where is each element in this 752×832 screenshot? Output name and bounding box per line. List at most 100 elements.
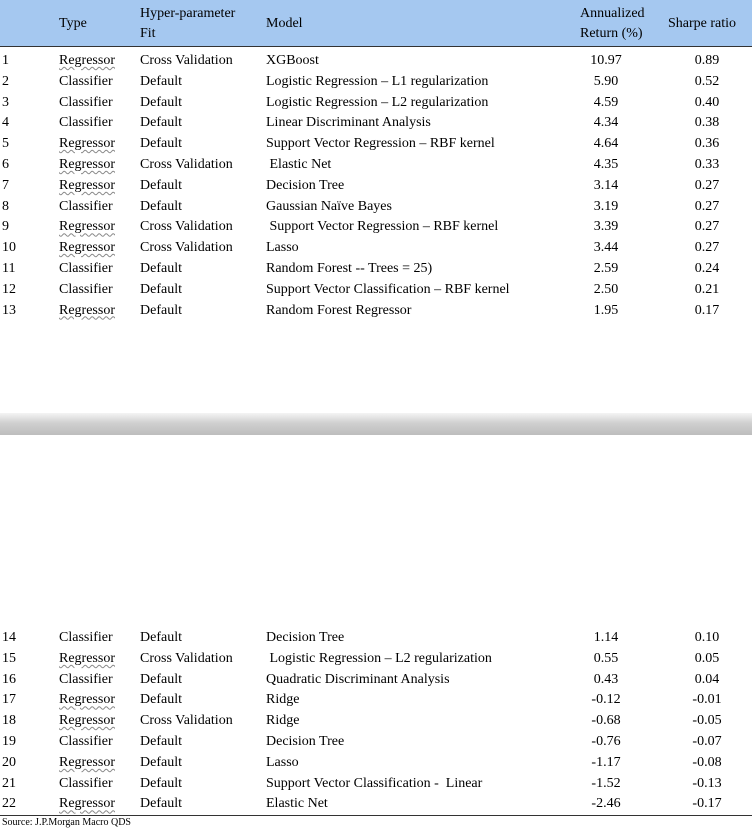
row-model: Elastic Net (266, 157, 332, 172)
row-type: Classifier (59, 630, 113, 645)
row-sharpe: 0.27 (694, 240, 720, 256)
table-row: 10 Regressor Cross Validation Lasso 3.44 0.27 (0, 237, 752, 258)
row-sharpe: 0.27 (694, 219, 720, 235)
row-number: 15 (2, 650, 16, 666)
table-row: 16 Classifier Default Quadratic Discriminan… (0, 669, 752, 690)
header-model: Model (266, 16, 303, 31)
row-sharpe: 0.24 (694, 261, 720, 276)
row-number: 12 (2, 281, 16, 297)
row-type: Regressor (59, 692, 115, 708)
row-type: Classifier (59, 734, 113, 749)
row-model: Gaussian Naïve Bayes (266, 198, 392, 214)
row-return: -0.12 (591, 692, 621, 708)
row-number: 4 (2, 115, 9, 131)
row-type: Classifier (59, 198, 113, 214)
row-fit: Cross Validation (140, 157, 233, 172)
row-sharpe: 0.05 (694, 650, 720, 666)
row-number: 7 (2, 177, 9, 193)
table-row: 12 Classifier Default Support Vector Classi… (0, 279, 752, 300)
row-fit: Cross Validation (140, 713, 233, 729)
row-model: Quadratic Discriminant Analysis (266, 671, 450, 687)
row-type: Classifier (59, 261, 113, 276)
row-return: 5.90 (593, 73, 619, 89)
row-fit: Default (140, 754, 182, 770)
row-sharpe: -0.17 (692, 796, 722, 812)
row-return: -2.46 (591, 796, 621, 812)
row-type: Regressor (59, 136, 115, 152)
page-break-divider (0, 413, 752, 435)
row-fit: Default (140, 136, 182, 152)
row-return: 0.55 (593, 650, 619, 666)
row-model: Elastic Net (266, 796, 328, 812)
table-header: Type Hyper-parameter Fit Model Annualize… (0, 0, 752, 47)
row-sharpe: 0.36 (694, 136, 720, 152)
table-row: 8 Classifier Default Gaussian Naïve Bayes 3.… (0, 196, 752, 217)
row-fit: Default (140, 261, 182, 276)
row-number: 19 (2, 734, 16, 749)
row-fit: Default (140, 671, 182, 687)
row-return: 2.59 (593, 261, 619, 276)
row-sharpe: 0.40 (694, 94, 720, 110)
row-model: Random Forest -- Trees = 25) (266, 261, 433, 276)
row-type: Regressor (59, 157, 115, 172)
row-sharpe: 0.38 (694, 115, 720, 131)
row-type: Classifier (59, 94, 113, 110)
table-row: 20 Regressor Default Lasso -1.17 -0.08 (0, 752, 752, 773)
row-model: Random Forest Regressor (266, 302, 412, 318)
table-row: 18 Regressor Cross Validation Ridge -0.68 -0.… (0, 710, 752, 731)
row-fit: Default (140, 115, 182, 131)
row-fit: Default (140, 177, 182, 193)
table-row: 7 Regressor Default Decision Tree 3.14 0.27 (0, 175, 752, 196)
row-model: Linear Discriminant Analysis (266, 115, 431, 131)
row-return: -1.17 (591, 754, 621, 770)
row-fit: Default (140, 775, 182, 791)
row-type: Regressor (59, 240, 115, 256)
table-row: 4 Classifier Default Linear Discriminant An… (0, 112, 752, 133)
row-sharpe: 0.33 (694, 157, 720, 172)
header-type: Type (59, 16, 87, 31)
row-number: 21 (2, 775, 16, 791)
table-row: 14 Classifier Default Decision Tree 1.14 0.10 (0, 627, 752, 648)
row-number: 16 (2, 671, 16, 687)
row-fit: Default (140, 281, 182, 297)
row-type: Classifier (59, 115, 113, 131)
row-type: Classifier (59, 775, 113, 791)
row-type: Regressor (59, 713, 115, 729)
row-number: 9 (2, 219, 9, 235)
row-fit: Cross Validation (140, 53, 233, 68)
row-number: 2 (2, 73, 9, 89)
row-return: -0.76 (591, 734, 621, 749)
row-model: Ridge (266, 692, 300, 708)
row-type: Regressor (59, 796, 115, 812)
table-row: 21 Classifier Default Support Vector Classi… (0, 773, 752, 794)
row-return: 4.64 (593, 136, 619, 152)
table-row: 19 Classifier Default Decision Tree -0.76 -0.… (0, 731, 752, 752)
row-model: Lasso (266, 754, 299, 770)
row-model: Support Vector Classification – RBF kern… (266, 281, 510, 297)
row-fit: Cross Validation (140, 219, 233, 235)
header-return-line2: Return (%) (580, 26, 643, 41)
row-return: 0.43 (593, 671, 619, 687)
row-fit: Cross Validation (140, 650, 233, 666)
row-model: Lasso (266, 240, 299, 256)
row-model: Support Vector Regression – RBF kernel (266, 136, 495, 152)
row-model: Decision Tree (266, 177, 345, 193)
row-sharpe: 0.27 (694, 177, 720, 193)
row-number: 3 (2, 94, 9, 110)
row-number: 20 (2, 754, 16, 770)
row-number: 1 (2, 53, 9, 68)
row-fit: Cross Validation (140, 240, 233, 256)
row-sharpe: -0.01 (692, 692, 722, 708)
row-fit: Default (140, 302, 182, 318)
row-type: Regressor (59, 650, 115, 666)
table-row: 9 Regressor Cross Validation Support Vecto… (0, 216, 752, 237)
header-fit-line1: Hyper-parameter (140, 6, 236, 21)
row-return: 3.14 (593, 177, 619, 193)
row-sharpe: -0.13 (692, 775, 722, 791)
row-type: Regressor (59, 302, 115, 318)
table-row: 17 Regressor Default Ridge -0.12 -0.01 (0, 689, 752, 710)
table-row: 2 Classifier Default Logistic Regression – … (0, 71, 752, 92)
row-model: Logistic Regression – L2 regularization (266, 650, 492, 666)
row-sharpe: 0.04 (694, 671, 720, 687)
row-sharpe: 0.17 (694, 302, 720, 318)
